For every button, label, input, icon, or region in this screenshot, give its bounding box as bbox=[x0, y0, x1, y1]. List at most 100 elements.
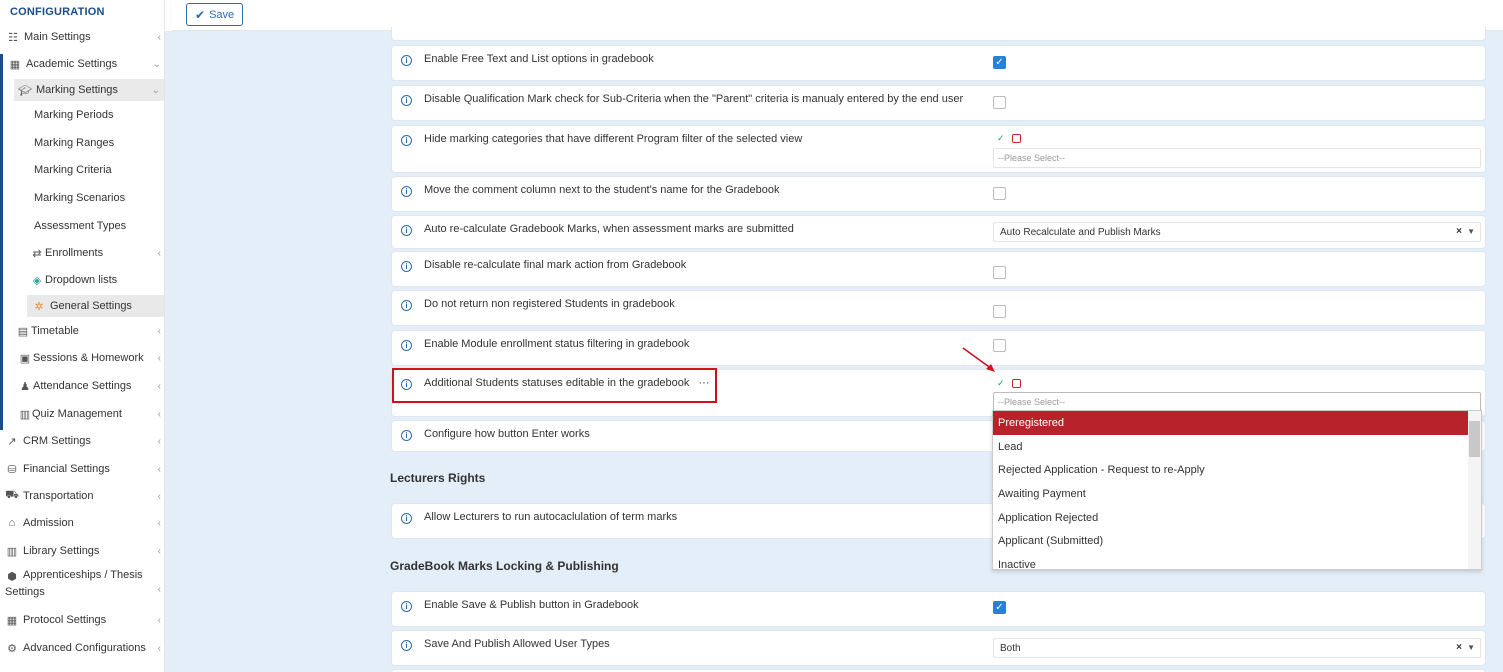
chevron-down-icon[interactable]: ▼ bbox=[1467, 227, 1475, 236]
info-icon[interactable]: i bbox=[401, 186, 412, 197]
book-icon: ▥ bbox=[19, 408, 31, 421]
info-icon[interactable]: i bbox=[401, 95, 412, 106]
save-button-label: Save bbox=[209, 8, 235, 21]
clear-icon[interactable]: × bbox=[1456, 642, 1462, 653]
sidebar-item-dropdown-lists[interactable]: ◈ Dropdown lists bbox=[0, 269, 165, 291]
sidebar-item-marking-scenarios[interactable]: Marking Scenarios bbox=[0, 187, 165, 209]
sidebar-item-transportation[interactable]: ⛟ Transportation ‹ bbox=[0, 485, 165, 507]
settings-row: i Hide marking categories that have diff… bbox=[391, 125, 1486, 173]
multiselect-input[interactable]: --Please Select-- bbox=[993, 392, 1481, 412]
sidebar-item-general-settings[interactable]: ✲ General Settings bbox=[27, 295, 164, 317]
select-all-icon[interactable]: ✓ bbox=[997, 379, 1006, 388]
chevron-left-icon: ‹ bbox=[157, 408, 161, 420]
layers-icon: ◈ bbox=[32, 274, 42, 287]
coins-icon: ⛁ bbox=[7, 463, 17, 476]
user-types-select[interactable]: Both × ▼ bbox=[993, 638, 1481, 658]
dropdown-option[interactable]: Awaiting Payment bbox=[993, 482, 1481, 506]
setting-checkbox[interactable]: ✓ bbox=[993, 56, 1006, 69]
select-all-icon[interactable]: ✓ bbox=[997, 134, 1006, 143]
sidebar-item-protocol-settings[interactable]: ▦ Protocol Settings ‹ bbox=[0, 609, 165, 631]
setting-checkbox[interactable] bbox=[993, 305, 1006, 318]
info-icon[interactable]: i bbox=[401, 225, 412, 236]
chevron-left-icon: ‹ bbox=[157, 614, 161, 626]
sidebar-item-label: Enrollments bbox=[45, 247, 104, 259]
setting-checkbox[interactable]: ✓ bbox=[993, 601, 1006, 614]
setting-label: Allow Lecturers to run autocaclulation o… bbox=[424, 511, 678, 523]
save-button[interactable]: ✔ Save bbox=[186, 3, 244, 26]
setting-label: Auto re-calculate Gradebook Marks, when … bbox=[424, 223, 794, 235]
sidebar-item-timetable[interactable]: ▤ Timetable ‹ bbox=[0, 320, 165, 342]
chevron-left-icon: ‹ bbox=[157, 352, 161, 364]
settings-row: i Auto re-calculate Gradebook Marks, whe… bbox=[391, 215, 1486, 249]
setting-checkbox[interactable] bbox=[993, 187, 1006, 200]
sidebar-item-library-settings[interactable]: ▥ Library Settings ‹ bbox=[0, 540, 165, 562]
dropdown-option[interactable]: Inactive bbox=[993, 553, 1481, 569]
sidebar-item-label: Sessions & Homework bbox=[33, 352, 144, 364]
board-icon: ▣ bbox=[19, 352, 31, 365]
sidebar-title: CONFIGURATION bbox=[10, 6, 105, 18]
settings-row: i Move the comment column next to the st… bbox=[391, 176, 1486, 212]
sidebar-item-label: Academic Settings bbox=[26, 58, 118, 70]
info-icon[interactable]: i bbox=[401, 430, 412, 441]
setting-label: Configure how button Enter works bbox=[424, 428, 590, 440]
sidebar-item-assessment-types[interactable]: Assessment Types bbox=[0, 215, 165, 237]
sidebar-item-advanced-configurations[interactable]: ⚙ Advanced Configurations ‹ bbox=[0, 637, 165, 659]
info-icon[interactable]: i bbox=[401, 55, 412, 66]
setting-checkbox[interactable] bbox=[993, 96, 1006, 109]
gear-icon: ✲ bbox=[34, 300, 44, 313]
sidebar-item-marking-periods[interactable]: Marking Periods bbox=[0, 104, 165, 126]
chevron-down-icon[interactable]: ▼ bbox=[1467, 643, 1475, 652]
deselect-all-icon[interactable] bbox=[1012, 379, 1021, 388]
sidebar-item-label: General Settings bbox=[50, 300, 132, 312]
chart-icon: ↗ bbox=[7, 435, 17, 448]
sidebar-item-crm-settings[interactable]: ↗ CRM Settings ‹ bbox=[0, 430, 165, 452]
select-actions: ✓ bbox=[997, 379, 1021, 388]
dropdown-option[interactable]: Lead bbox=[993, 435, 1481, 459]
dropdown-option[interactable]: Rejected Application - Request to re-App… bbox=[993, 458, 1481, 482]
dropdown-scrollbar[interactable] bbox=[1468, 411, 1481, 569]
setting-label: Enable Free Text and List options in gra… bbox=[424, 53, 654, 65]
sidebar-item-financial-settings[interactable]: ⛁ Financial Settings ‹ bbox=[0, 458, 165, 480]
info-icon[interactable]: i bbox=[401, 340, 412, 351]
sidebar-item-label: Advanced Configurations bbox=[23, 642, 146, 654]
scrollbar-thumb[interactable] bbox=[1469, 421, 1480, 457]
sidebar-item-marking-ranges[interactable]: Marking Ranges bbox=[0, 132, 165, 154]
info-icon[interactable]: i bbox=[401, 640, 412, 651]
dropdown-option[interactable]: Preregistered bbox=[993, 411, 1469, 435]
setting-checkbox[interactable] bbox=[993, 266, 1006, 279]
settings-row: i Disable re-calculate final mark action… bbox=[391, 251, 1486, 287]
sidebar-item-label: Marking Criteria bbox=[34, 164, 112, 176]
sidebar-item-attendance-settings[interactable]: ♟ Attendance Settings ‹ bbox=[0, 375, 165, 397]
settings-row: i Disable Qualification Mark check for S… bbox=[391, 85, 1486, 121]
sidebar-item-main-settings[interactable]: ☷ Main Settings ‹ bbox=[0, 26, 165, 48]
select-actions: ✓ bbox=[997, 134, 1021, 143]
info-icon[interactable]: i bbox=[401, 261, 412, 272]
info-icon[interactable]: i bbox=[401, 300, 412, 311]
clear-icon[interactable]: × bbox=[1456, 226, 1462, 237]
sidebar-item-sessions-homework[interactable]: ▣ Sessions & Homework ‹ bbox=[0, 347, 165, 369]
multiselect-input[interactable]: --Please Select-- bbox=[993, 148, 1481, 168]
sidebar-item-marking-criteria[interactable]: Marking Criteria bbox=[0, 159, 165, 181]
section-title-lecturers: Lecturers Rights bbox=[390, 471, 486, 485]
sidebar-item-academic-settings[interactable]: ▦ Academic Settings ⌄ bbox=[0, 53, 165, 75]
dropdown-option[interactable]: Application Rejected bbox=[993, 506, 1481, 530]
sidebar-item-marking-settings[interactable]: 🎓︎ Marking Settings ⌄ bbox=[14, 79, 164, 101]
recalculate-select[interactable]: Auto Recalculate and Publish Marks × ▼ bbox=[993, 222, 1481, 242]
sidebar-item-quiz-management[interactable]: ▥ Quiz Management ‹ bbox=[0, 403, 165, 425]
setting-label: Disable Qualification Mark check for Sub… bbox=[424, 93, 964, 105]
dropdown-option[interactable]: Applicant (Submitted) bbox=[993, 529, 1481, 553]
sidebar-item-label: Library Settings bbox=[23, 545, 100, 557]
sidebar-item-enrollments[interactable]: ⇄ Enrollments ‹ bbox=[0, 242, 165, 264]
chevron-left-icon: ‹ bbox=[157, 380, 161, 392]
sidebar-item-admission[interactable]: ⌂ Admission ‹ bbox=[0, 512, 165, 534]
gears-icon: ⚙ bbox=[7, 642, 17, 655]
chevron-left-icon: ‹ bbox=[157, 463, 161, 475]
info-icon[interactable]: i bbox=[401, 601, 412, 612]
info-icon[interactable]: i bbox=[401, 135, 412, 146]
sidebar-item-label: Marking Ranges bbox=[34, 137, 115, 149]
graduation-cap-icon: 🎓︎ bbox=[18, 84, 32, 97]
chevron-left-icon: ‹ bbox=[157, 545, 161, 557]
info-icon[interactable]: i bbox=[401, 513, 412, 524]
deselect-all-icon[interactable] bbox=[1012, 134, 1021, 143]
chevron-down-icon: ⌄ bbox=[152, 58, 161, 70]
